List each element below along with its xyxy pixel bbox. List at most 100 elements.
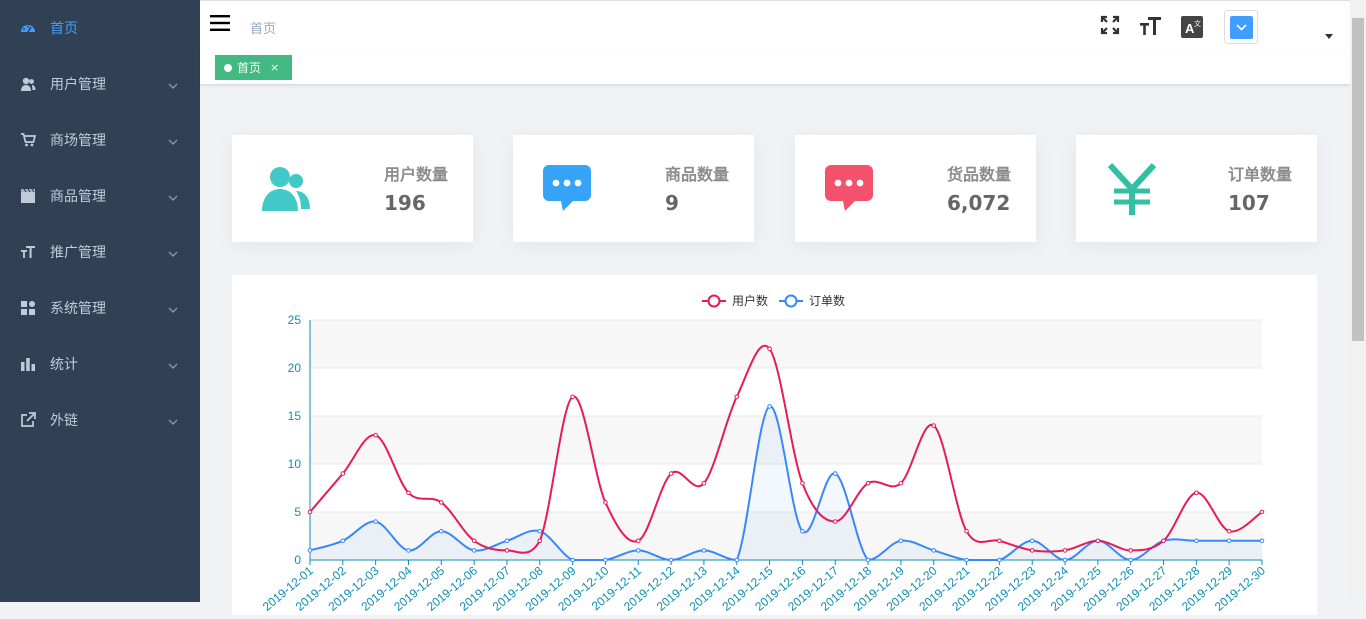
stat-card-3[interactable]: 订单数量 107 [1076,135,1317,242]
data-point-1 [865,557,871,563]
sidebar-item-label: 统计 [50,357,78,373]
data-point-1 [1062,557,1068,563]
data-point-1 [734,557,740,563]
sidebar-item-label: 商品管理 [50,189,106,205]
data-point-0 [1095,538,1101,544]
stat-value: 196 [384,191,426,215]
data-point-1 [373,519,378,524]
sidebar-item-6[interactable]: 统计 [0,336,200,392]
data-point-1 [1029,538,1035,544]
legend-marker-1 [784,294,798,308]
data-point-1 [537,528,543,534]
font-size-icon[interactable] [1140,16,1162,36]
users-icon [260,161,316,217]
stat-value: 107 [1228,191,1270,215]
data-point-1 [964,557,969,563]
sidebar-item-4[interactable]: 推广管理 [0,224,200,280]
sidebar-item-3[interactable]: 商品管理 [0,168,200,224]
sidebar-item-7[interactable]: 外链 [0,392,200,448]
close-icon[interactable]: × [270,61,279,74]
bar-chart-icon [20,356,36,372]
scrollbar[interactable] [1350,0,1366,602]
data-point-0 [439,500,444,505]
stat-card-0[interactable]: 用户数量 196 [232,135,473,242]
data-point-0 [1194,490,1199,496]
y-tick-label: 5 [294,505,301,519]
legend-label-1: 订单数 [809,293,845,308]
data-point-0 [471,538,477,544]
message-icon [823,161,879,217]
data-point-0 [1259,509,1265,515]
tag-label: 首页 [237,61,262,75]
sidebar-item-1[interactable]: 用户管理 [0,56,200,112]
data-point-1 [832,471,838,476]
data-point-1 [603,557,608,563]
grid-band [310,416,1262,464]
chevron-down-icon [168,134,178,150]
data-point-1 [668,557,674,563]
data-point-0 [865,480,871,486]
data-point-1 [898,538,904,544]
font-size-icon [20,244,36,260]
sidebar-item-label: 商场管理 [50,133,106,149]
data-point-0 [570,394,575,400]
tags-view: 首页 × [200,50,1350,85]
data-point-0 [898,480,904,486]
data-point-1 [997,557,1002,563]
stat-card-2[interactable]: 货品数量 6,072 [795,135,1036,242]
external-link-icon [20,412,36,428]
data-point-0 [1128,548,1133,553]
stat-label: 用户数量 [384,165,449,184]
scrollbar-thumb[interactable] [1352,18,1364,341]
data-point-0 [373,432,378,438]
stat-label: 订单数量 [1228,165,1293,184]
stat-label: 商品数量 [665,165,730,184]
top-navbar: 首页 A 文 [200,0,1350,50]
data-point-0 [635,538,641,544]
sidebar: 首页用户管理商场管理商品管理推广管理 系统管理统计外链 [0,0,200,602]
data-point-0 [964,528,969,534]
data-point-0 [931,423,937,428]
sidebar-item-0[interactable]: 首页 [0,0,200,56]
data-point-0 [767,346,772,352]
chevron-down-icon [168,190,178,206]
data-point-1 [1259,538,1265,544]
sidebar-item-2[interactable]: 商场管理 [0,112,200,168]
grid-band [310,320,1262,368]
data-point-1 [931,548,937,553]
data-point-1 [504,538,510,544]
data-point-0 [1226,528,1232,534]
data-point-0 [1029,548,1035,553]
data-point-1 [635,548,641,553]
sidebar-item-5[interactable]: 系统管理 [0,280,200,336]
breadcrumb: 首页 [250,22,277,37]
fullscreen-icon[interactable] [1100,15,1120,35]
clapperboard-icon [20,188,36,204]
data-point-1 [439,528,444,534]
y-tick-label: 25 [288,313,302,327]
data-point-0 [734,394,740,400]
data-point-1 [471,548,477,553]
data-point-1 [1194,538,1199,544]
chart-panel: 0 5 10 15 20 25 2019-12-01 2019-12-02 2019-12-03… [232,275,1317,615]
caret-down-icon[interactable] [1325,34,1333,40]
active-dot [224,63,232,72]
data-point-0 [1062,548,1068,553]
stat-label: 货品数量 [947,165,1012,184]
tag-home[interactable]: 首页 × [215,55,293,80]
data-point-0 [701,480,707,486]
data-point-1 [406,548,411,553]
chevron-down-icon [168,302,178,318]
data-point-0 [832,519,838,524]
data-point-0 [1161,538,1166,544]
sidebar-item-label: 用户管理 [50,77,106,93]
chevron-down-icon [1236,24,1247,31]
line-chart: 05101520252019-12-012019-12-022019-12-03… [260,293,1268,614]
translate-icon[interactable]: A 文 [1181,16,1203,38]
avatar[interactable] [1224,10,1258,44]
hamburger-icon[interactable] [210,15,230,31]
data-point-0 [668,471,674,476]
data-point-1 [570,557,575,563]
dashboard-icon [20,20,36,36]
stat-card-1[interactable]: 商品数量 9 [513,135,754,242]
